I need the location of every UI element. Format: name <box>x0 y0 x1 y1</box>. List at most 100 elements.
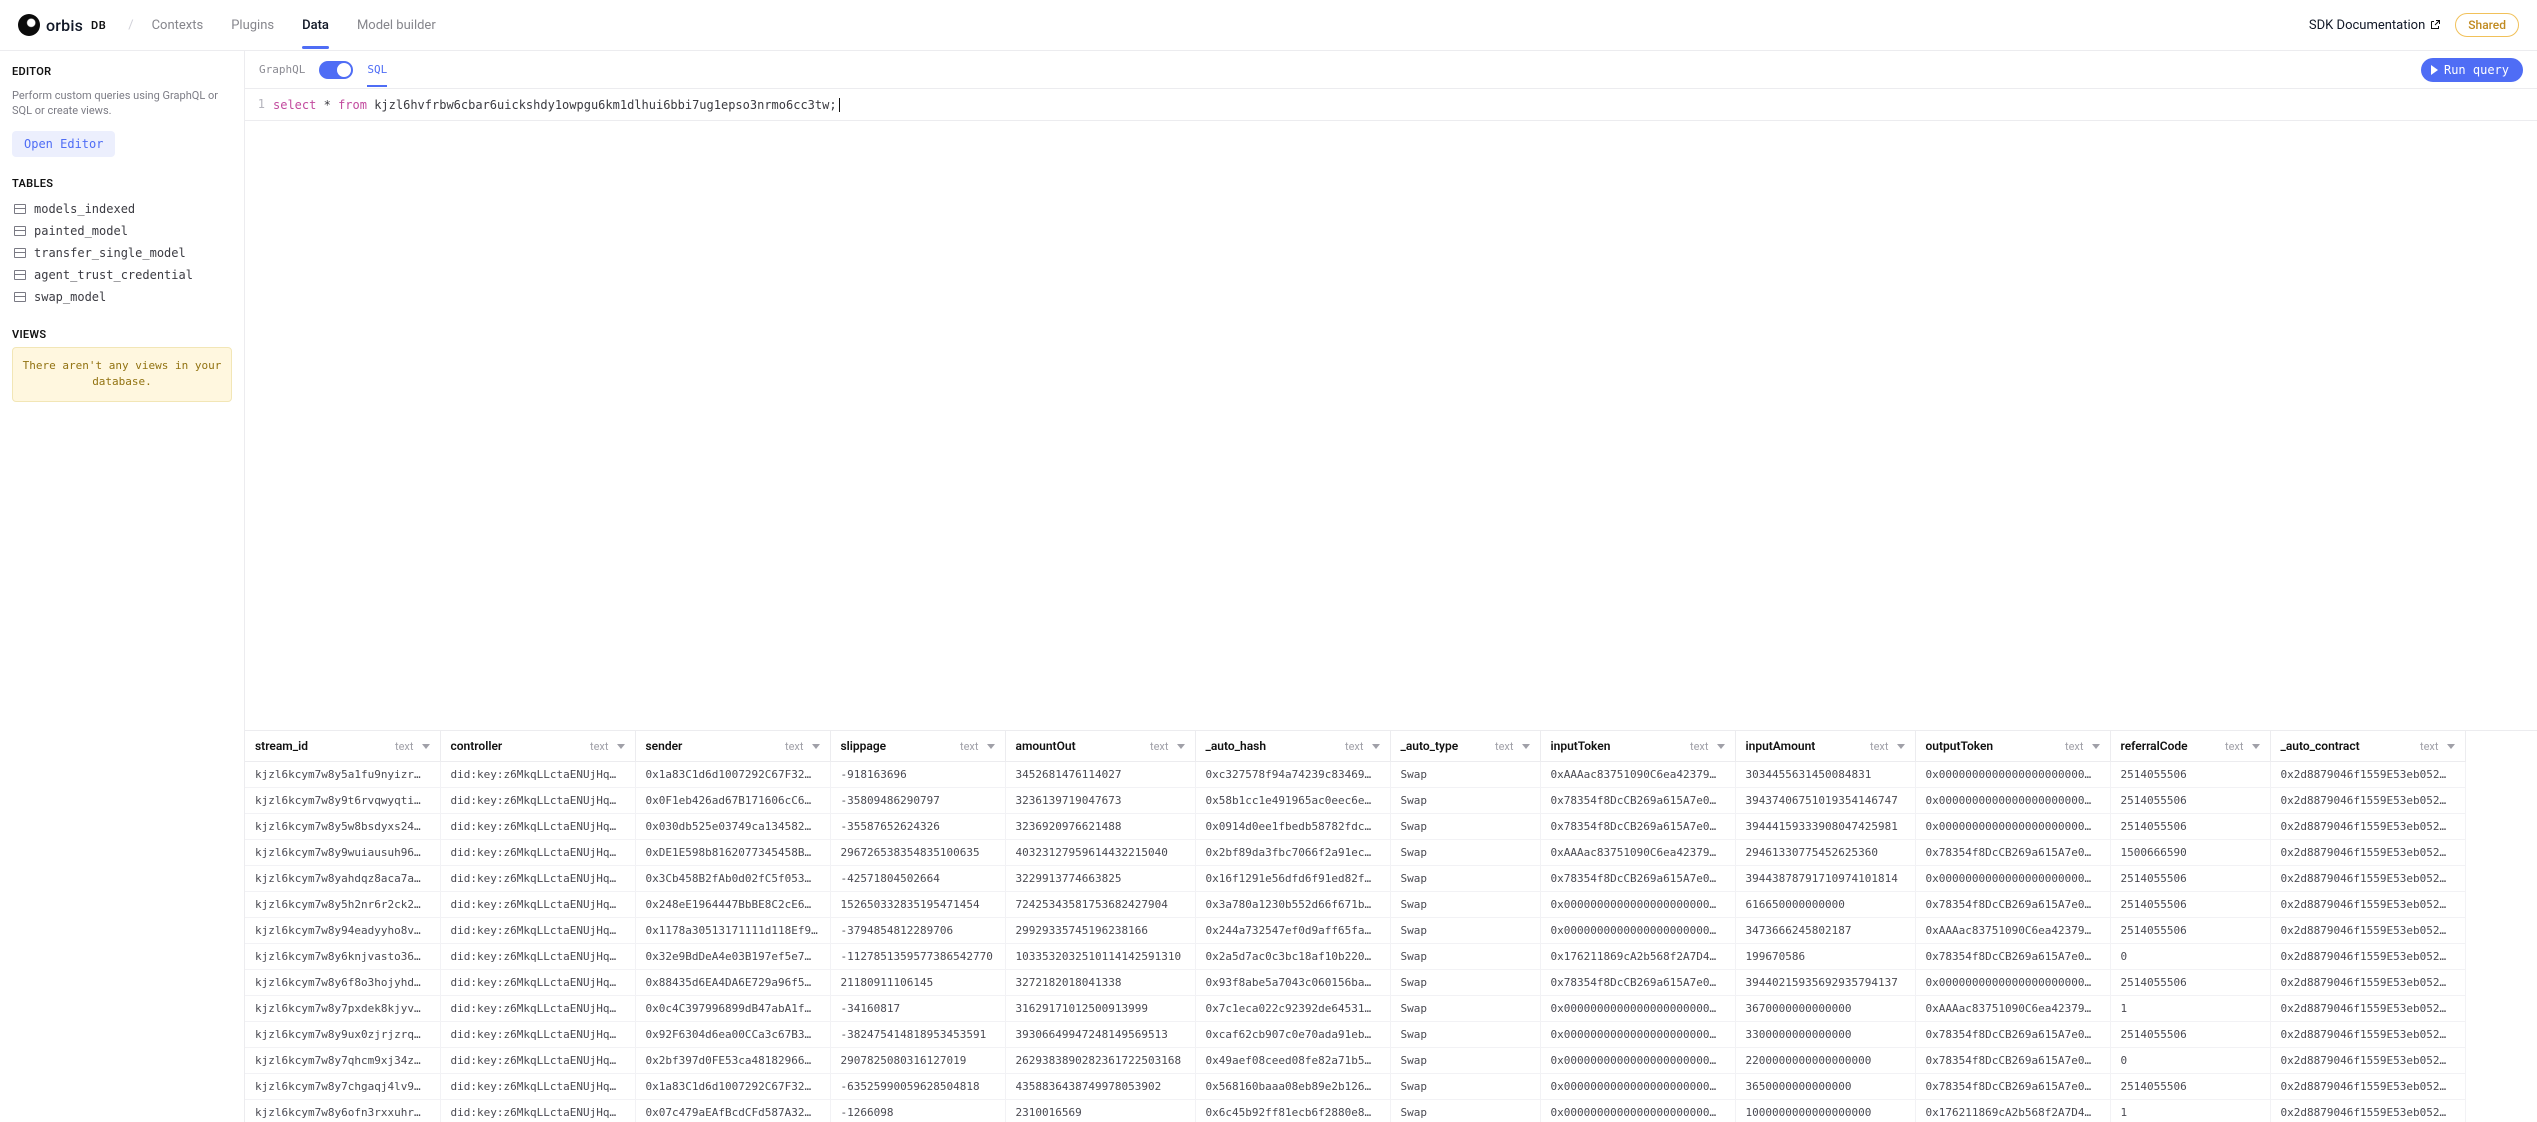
table-cell: 0xAAAac83751090C6ea42379… <box>1540 840 1735 866</box>
table-cell: kjzl6kcym7w8y5w8bsdyxs24… <box>245 814 440 840</box>
table-cell: 0x0000000000000000000000… <box>1540 918 1735 944</box>
table-cell: 0x78354f8DcCB269a615A7e0… <box>1915 1074 2110 1100</box>
shared-badge[interactable]: Shared <box>2455 13 2519 37</box>
table-cell: Swap <box>1390 762 1540 788</box>
table-row[interactable]: kjzl6kcym7w8y5h2nr6r2ck2…did:key:z6MkqLL… <box>245 892 2465 918</box>
table-cell: 1526503328351954714­54 <box>830 892 1005 918</box>
column-header[interactable]: _auto_contracttext <box>2270 731 2465 762</box>
table-row[interactable]: kjzl6kcym7w8y7qhcm9xj34z…did:key:z6MkqLL… <box>245 1048 2465 1074</box>
sidebar-table-item[interactable]: transfer_single_model <box>12 242 232 264</box>
column-header[interactable]: inputTokentext <box>1540 731 1735 762</box>
table-cell: 0x78354f8DcCB269a615A7e0… <box>1915 892 2110 918</box>
table-row[interactable]: kjzl6kcym7w8y5w8bsdyxs24…did:key:z6MkqLL… <box>245 814 2465 840</box>
table-cell: 1 <box>2110 1100 2270 1122</box>
mode-sql[interactable]: SQL <box>367 63 387 76</box>
chevron-down-icon <box>1372 744 1380 749</box>
chevron-down-icon <box>1177 744 1185 749</box>
chevron-down-icon <box>1522 744 1530 749</box>
table-cell: 1000000000000000000 <box>1735 1100 1915 1122</box>
code-editor[interactable]: 1 select * from kjzl6hvfrbw6cbar6uickshd… <box>245 89 2537 121</box>
table-row[interactable]: kjzl6kcym7w8y94eadyyho8v…did:key:z6MkqLL… <box>245 918 2465 944</box>
column-name: inputToken <box>1551 739 1611 753</box>
table-cell: Swap <box>1390 866 1540 892</box>
table-ref: kjzl6hvfrbw6cbar6uickshdy1owpgu6km1dlhui… <box>374 98 836 112</box>
sidebar-table-item[interactable]: agent_trust_credential <box>12 264 232 286</box>
table-cell: 0x32e9BdDeA4e03B197ef5e7… <box>635 944 830 970</box>
table-row[interactable]: kjzl6kcym7w8y9ux0zjrjzrq…did:key:z6MkqLL… <box>245 1022 2465 1048</box>
table-row[interactable]: kjzl6kcym7w8y5a1fu9nyizr…did:key:z6MkqLL… <box>245 762 2465 788</box>
table-cell: 0x0000000000000000000000… <box>1915 970 2110 996</box>
table-row[interactable]: kjzl6kcym7w8y6ofn3rxxuhr…did:key:z6MkqLL… <box>245 1100 2465 1122</box>
sdk-documentation-link[interactable]: SDK Documentation <box>2309 18 2441 33</box>
table-cell: 0x248eE1964447BbBE8C2cE6… <box>635 892 830 918</box>
table-cell: 0x78354f8DcCB269a615A7e0… <box>1540 814 1735 840</box>
table-cell: 296726538354835100635 <box>830 840 1005 866</box>
column-name: inputAmount <box>1746 739 1816 753</box>
table-cell: did:key:z6MkqLLctaENUjHq… <box>440 1100 635 1122</box>
table-row[interactable]: kjzl6kcym7w8y7pxdek8kjyv…did:key:z6MkqLL… <box>245 996 2465 1022</box>
mode-graphql[interactable]: GraphQL <box>259 63 305 76</box>
table-cell: kjzl6kcym7w8y7pxdek8kjyv… <box>245 996 440 1022</box>
table-cell: 0x2d8879046f1559E53eb052… <box>2270 944 2465 970</box>
column-name: outputToken <box>1926 739 1994 753</box>
editor-bar: GraphQL SQL Run query <box>245 51 2537 89</box>
chevron-down-icon <box>1717 744 1725 749</box>
table-row[interactable]: kjzl6kcym7w8y9wuiausuh96…did:key:z6MkqLL… <box>245 840 2465 866</box>
table-cell: -35809486290797 <box>830 788 1005 814</box>
column-header[interactable]: inputAmounttext <box>1735 731 1915 762</box>
table-cell: 0 <box>2110 1048 2270 1074</box>
column-type: text <box>2065 740 2084 753</box>
table-cell: 0x2bf89da3fbc7066f2a91ec… <box>1195 840 1390 866</box>
table-cell: kjzl6kcym7w8y7qhcm9xj34z… <box>245 1048 440 1074</box>
table-row[interactable]: kjzl6kcym7w8y6f8o3hojyhd…did:key:z6MkqLL… <box>245 970 2465 996</box>
sidebar-table-item[interactable]: painted_model <box>12 220 232 242</box>
caret-icon <box>839 98 840 112</box>
table-cell: 31629171012500913999 <box>1005 996 1195 1022</box>
nav-data[interactable]: Data <box>302 18 329 33</box>
table-cell: -34160817 <box>830 996 1005 1022</box>
column-header[interactable]: amountOuttext <box>1005 731 1195 762</box>
column-header[interactable]: slippagetext <box>830 731 1005 762</box>
nav-contexts[interactable]: Contexts <box>152 18 204 33</box>
nav-plugins[interactable]: Plugins <box>231 18 274 33</box>
table-cell: 3229913774663825 <box>1005 866 1195 892</box>
logo[interactable]: orbis DB <box>18 14 106 36</box>
table-row[interactable]: kjzl6kcym7w8yahdqz8aca7a…did:key:z6MkqLL… <box>245 866 2465 892</box>
column-header[interactable]: sendertext <box>635 731 830 762</box>
column-type: text <box>1495 740 1514 753</box>
table-cell: 0xAAAac83751090C6ea42379… <box>1915 918 2110 944</box>
column-header[interactable]: outputToken text <box>1915 731 2110 762</box>
table-cell: kjzl6kcym7w8y5h2nr6r2ck2… <box>245 892 440 918</box>
nav-model-builder[interactable]: Model builder <box>357 18 436 33</box>
external-link-icon <box>2429 19 2441 31</box>
table-cell: did:key:z6MkqLLctaENUjHq… <box>440 788 635 814</box>
table-cell: -11278­513595773865427­70 <box>830 944 1005 970</box>
chevron-down-icon <box>987 744 995 749</box>
column-type: text <box>2225 740 2244 753</box>
column-header[interactable]: _auto_hashtext <box>1195 731 1390 762</box>
kw-select: select <box>273 98 316 112</box>
sidebar-table-item[interactable]: swap_model <box>12 286 232 308</box>
sidebar-table-item[interactable]: models_indexed <box>12 198 232 220</box>
mode-toggle[interactable] <box>319 61 353 79</box>
table-row[interactable]: kjzl6kcym7w8y7chgaqj4lv9…did:key:z6MkqLL… <box>245 1074 2465 1100</box>
table-cell: -382475414818953453591 <box>830 1022 1005 1048</box>
logo-suffix: DB <box>91 19 106 32</box>
table-cell: 2514055506 <box>2110 970 2270 996</box>
table-cell: 3473666245802187 <box>1735 918 1915 944</box>
run-query-button[interactable]: Run query <box>2421 58 2523 82</box>
open-editor-button[interactable]: Open Editor <box>12 131 115 157</box>
column-header[interactable]: referralCodetext <box>2110 731 2270 762</box>
table-cell: 2514055506 <box>2110 788 2270 814</box>
table-cell: -379485481228970­6 <box>830 918 1005 944</box>
table-cell: 0x78354f8DcCB269a615A7e0… <box>1915 1048 2110 1074</box>
table-cell: 1 <box>2110 996 2270 1022</box>
chevron-down-icon <box>2252 744 2260 749</box>
table-row[interactable]: kjzl6kcym7w8y9t6rvqwyqti…did:key:z6MkqLL… <box>245 788 2465 814</box>
column-header[interactable]: stream_idtext <box>245 731 440 762</box>
table-cell: 0xDE1E598b8162077345458B… <box>635 840 830 866</box>
column-header[interactable]: _auto_typetext <box>1390 731 1540 762</box>
table-cell: Swap <box>1390 1048 1540 1074</box>
table-row[interactable]: kjzl6kcym7w8y6knjvasto36…did:key:z6MkqLL… <box>245 944 2465 970</box>
column-header[interactable]: controllertext <box>440 731 635 762</box>
